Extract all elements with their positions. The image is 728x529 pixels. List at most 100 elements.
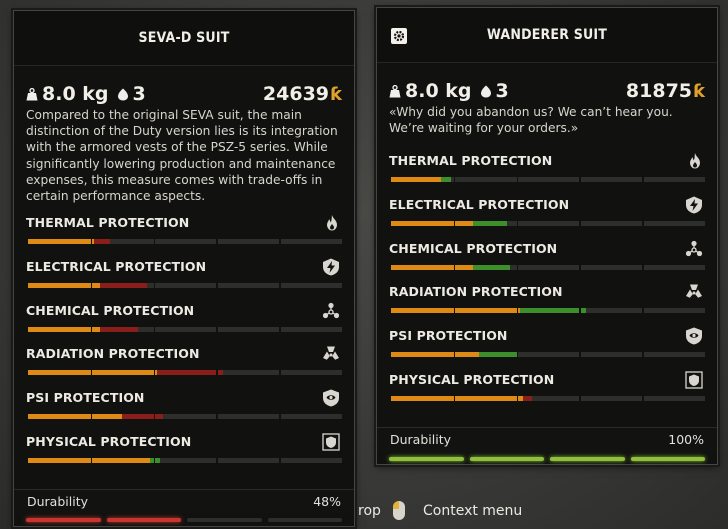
artifact-slot-icon	[480, 85, 491, 98]
protection-label: RADIATION PROTECTION	[389, 284, 563, 300]
protection-row: THERMAL PROTECTION	[389, 153, 705, 193]
protection-label: PHYSICAL PROTECTION	[389, 372, 555, 387]
durability-segment	[267, 518, 342, 522]
protection-bar-fill	[391, 264, 473, 270]
protection-bar-fill	[28, 370, 157, 376]
biohazard-icon	[685, 240, 703, 262]
protection-bar-fill	[391, 220, 473, 226]
protection-bar	[391, 264, 705, 270]
armor-shield-icon	[322, 433, 340, 455]
durability-segment	[187, 518, 262, 522]
fire-icon	[687, 152, 703, 174]
protection-bar-fill	[391, 396, 523, 401]
durability-segment	[26, 518, 101, 522]
protection-row: RADIATION PROTECTION	[389, 284, 705, 324]
item-card-wanderer: WANDERER SUIT 8.0 kg 3 81875ƙ «Why did y…	[376, 7, 718, 465]
protection-bar-fill	[28, 326, 101, 332]
slots-stat: 3	[117, 83, 146, 105]
price-value: 24639	[262, 83, 330, 105]
fire-icon	[324, 214, 340, 236]
durability-value: 48%	[313, 494, 341, 509]
mouse-right-click-icon	[393, 501, 405, 520]
slots-value: 3	[132, 83, 146, 105]
item-title: WANDERER SUIT	[486, 27, 608, 43]
protection-bar-increase	[441, 177, 451, 182]
radiation-icon	[685, 283, 703, 305]
price-value: 81875	[625, 80, 693, 102]
protection-bar	[28, 370, 342, 376]
card-header: WANDERER SUIT	[377, 8, 717, 63]
protection-row: RADIATION PROTECTION	[26, 346, 342, 386]
protection-label: CHEMICAL PROTECTION	[26, 302, 195, 318]
protection-bar-increase	[150, 458, 160, 463]
protection-row: PSI PROTECTION	[389, 327, 705, 368]
protection-row: ELECTRICAL PROTECTION	[26, 258, 342, 299]
weight-icon	[26, 88, 38, 101]
protection-label: ELECTRICAL PROTECTION	[389, 196, 570, 212]
card-header: SEVA-D SUIT	[14, 11, 354, 66]
protection-label: CHEMICAL PROTECTION	[389, 240, 558, 256]
durability-segment	[630, 457, 705, 461]
weight-icon	[389, 85, 401, 98]
protection-label: PSI PROTECTION	[26, 390, 145, 406]
protection-label: PHYSICAL PROTECTION	[26, 434, 192, 449]
durability-label: Durability	[390, 432, 451, 447]
protection-bar-decrease	[122, 414, 163, 420]
drop-hint: rop	[358, 503, 381, 519]
protection-row: PSI PROTECTION	[26, 389, 342, 430]
stats-row: 8.0 kg 3 24639ƙ	[26, 81, 342, 107]
protection-label: THERMAL PROTECTION	[26, 215, 190, 230]
coupon-icon: ƙ	[330, 84, 342, 105]
gear-icon[interactable]	[391, 28, 407, 44]
protection-bar	[391, 396, 705, 401]
lightning-icon	[685, 196, 703, 218]
protection-row: ELECTRICAL PROTECTION	[389, 196, 705, 237]
weight-stat: 8.0 kg	[26, 83, 109, 105]
weight-value: 8.0 kg	[42, 83, 109, 105]
protection-row: CHEMICAL PROTECTION	[26, 302, 342, 343]
item-card-seva-d: SEVA-D SUIT 8.0 kg 3 24639ƙ Compared to …	[13, 10, 355, 527]
durability-segment	[550, 457, 625, 461]
protection-label: RADIATION PROTECTION	[26, 346, 200, 362]
durability-segment	[389, 457, 464, 461]
protection-bar	[391, 177, 705, 182]
artifact-slot-icon	[117, 88, 128, 101]
protection-bar	[28, 239, 342, 244]
protection-bar-fill	[28, 282, 101, 288]
lightning-icon	[322, 258, 340, 280]
durability-segment	[106, 518, 181, 522]
protection-label: THERMAL PROTECTION	[389, 153, 553, 168]
durability-label: Durability	[27, 494, 88, 509]
protection-row: PHYSICAL PROTECTION	[26, 433, 342, 474]
protection-bar-decrease	[522, 396, 533, 401]
context-menu-hint: Context menu	[423, 503, 523, 519]
protection-bar	[28, 282, 342, 288]
item-description: «Why did you abandon us? We can’t hear y…	[389, 105, 673, 136]
weight-stat: 8.0 kg	[389, 80, 472, 102]
stats-row: 8.0 kg 3 81875ƙ	[389, 78, 705, 104]
durability-row: Durability 100%	[377, 427, 717, 451]
protection-bar-increase	[472, 220, 508, 226]
protection-bar-fill	[28, 414, 123, 420]
durability-value: 100%	[668, 432, 704, 447]
slots-value: 3	[495, 80, 509, 102]
protection-bar-decrease	[93, 239, 110, 244]
item-title: SEVA-D SUIT	[138, 30, 230, 46]
weight-value: 8.0 kg	[405, 80, 472, 102]
slots-stat: 3	[480, 80, 509, 102]
protection-bar-increase	[472, 264, 511, 270]
protection-bar-decrease	[100, 326, 138, 332]
protection-bar	[391, 352, 705, 358]
protection-row: THERMAL PROTECTION	[26, 215, 342, 255]
protection-label: ELECTRICAL PROTECTION	[26, 258, 207, 274]
psi-shield-icon	[322, 389, 340, 411]
protection-bar	[28, 326, 342, 332]
protection-bar-decrease	[156, 370, 223, 376]
psi-shield-icon	[685, 327, 703, 349]
protection-bar-decrease	[100, 282, 148, 288]
price: 81875ƙ	[626, 80, 705, 102]
protection-bar-fill	[28, 239, 94, 244]
coupon-icon: ƙ	[693, 81, 705, 102]
protection-row: CHEMICAL PROTECTION	[389, 240, 705, 281]
protection-bar-fill	[391, 352, 479, 358]
